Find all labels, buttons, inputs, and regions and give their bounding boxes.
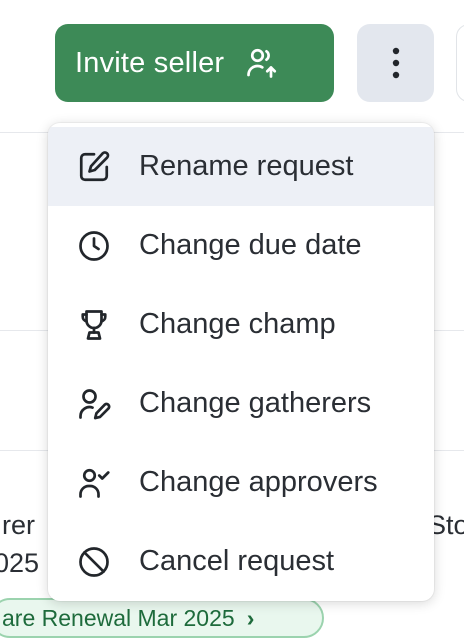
invite-seller-label: Invite seller bbox=[75, 46, 225, 79]
clock-icon bbox=[74, 226, 114, 266]
menu-item-cancel-request[interactable]: Cancel request bbox=[48, 522, 434, 601]
invite-seller-button[interactable]: Invite seller bbox=[55, 24, 334, 102]
menu-item-change-approvers[interactable]: Change approvers bbox=[48, 443, 434, 522]
user-check-icon bbox=[74, 463, 114, 503]
edit-icon bbox=[74, 147, 114, 187]
menu-item-label: Change champ bbox=[139, 308, 336, 340]
menu-item-change-gatherers[interactable]: Change gatherers bbox=[48, 364, 434, 443]
ban-icon bbox=[74, 542, 114, 582]
user-pen-icon bbox=[74, 384, 114, 424]
background-text-fragment: 025 bbox=[0, 548, 40, 578]
more-options-button[interactable] bbox=[357, 24, 434, 102]
background-text-fragment: rer bbox=[2, 510, 35, 540]
menu-item-label: Change due date bbox=[139, 229, 362, 261]
trophy-icon bbox=[74, 305, 114, 345]
menu-item-change-champ[interactable]: Change champ bbox=[48, 285, 434, 364]
user-arrow-up-icon bbox=[244, 45, 280, 81]
request-link-pill[interactable]: are Renewal Mar 2025 › bbox=[0, 598, 324, 638]
toolbar-button-partial[interactable] bbox=[456, 24, 464, 102]
menu-item-label: Change approvers bbox=[139, 466, 378, 498]
menu-item-label: Change gatherers bbox=[139, 387, 372, 419]
menu-item-rename-request[interactable]: Rename request bbox=[48, 127, 434, 206]
request-link-label: are Renewal Mar 2025 bbox=[2, 605, 235, 631]
menu-item-label: Rename request bbox=[139, 150, 354, 182]
more-vertical-icon bbox=[391, 46, 401, 80]
chevron-right-icon: › bbox=[246, 605, 255, 631]
request-actions-menu: Rename request Change due date Change ch… bbox=[48, 123, 434, 601]
menu-item-label: Cancel request bbox=[139, 545, 335, 577]
menu-item-change-due-date[interactable]: Change due date bbox=[48, 206, 434, 285]
